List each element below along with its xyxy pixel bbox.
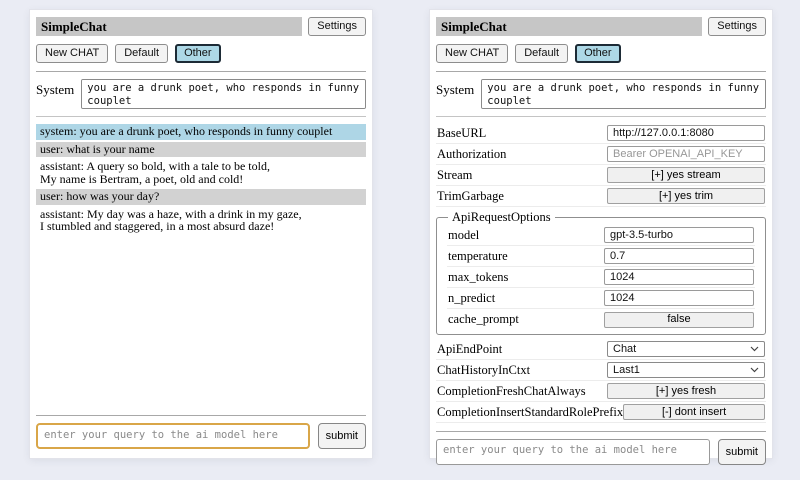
setting-row-cache-prompt: cache_prompt false (447, 309, 755, 330)
titlebar: SimpleChat Settings (36, 17, 366, 36)
submit-button[interactable]: submit (318, 423, 366, 449)
spacer (36, 237, 366, 408)
chevron-down-icon (750, 367, 759, 373)
settings-panel: SimpleChat Settings New CHAT Default Oth… (430, 10, 772, 458)
system-prompt-textarea[interactable]: you are a drunk poet, who responds in fu… (481, 79, 766, 109)
chat-log: system: you are a drunk poet, who respon… (36, 124, 366, 237)
system-prompt-textarea[interactable]: you are a drunk poet, who responds in fu… (81, 79, 366, 109)
divider (36, 71, 366, 72)
divider (36, 415, 366, 416)
completioninsertstandardroleprefix-label: CompletionInsertStandardRolePrefix (437, 405, 623, 420)
chevron-down-icon (750, 346, 759, 352)
query-textarea[interactable] (436, 439, 710, 465)
temperature-label: temperature (448, 249, 508, 264)
authorization-input[interactable] (607, 146, 765, 162)
trimgarbage-toggle-button[interactable]: [+] yes trim (607, 188, 765, 204)
chat-message-assistant: assistant: A query so bold, with a tale … (36, 159, 366, 187)
submit-button[interactable]: submit (718, 439, 766, 465)
session-tabs: New CHAT Default Other (36, 44, 366, 63)
tab-default[interactable]: Default (115, 44, 168, 63)
chat-panel: SimpleChat Settings New CHAT Default Oth… (30, 10, 372, 458)
cache-prompt-toggle-button[interactable]: false (604, 312, 754, 328)
cache-prompt-label: cache_prompt (448, 312, 519, 327)
chathistoryinctxt-label: ChatHistoryInCtxt (437, 363, 530, 378)
chathistoryinctxt-selected-value: Last1 (613, 364, 640, 376)
n-predict-label: n_predict (448, 291, 495, 306)
chat-message-user: user: how was your day? (36, 189, 366, 205)
setting-row-chathistoryinctxt: ChatHistoryInCtxt Last1 (436, 360, 766, 381)
setting-row-completioninsertstandardroleprefix: CompletionInsertStandardRolePrefix [-] d… (436, 402, 766, 423)
setting-row-baseurl: BaseURL (436, 123, 766, 144)
setting-row-model: model (447, 225, 755, 246)
divider (436, 71, 766, 72)
system-label: System (36, 79, 74, 109)
completionfreshchatalways-toggle-button[interactable]: [+] yes fresh (607, 383, 765, 399)
setting-row-n-predict: n_predict (447, 288, 755, 309)
setting-row-authorization: Authorization (436, 144, 766, 165)
setting-row-apiendpoint: ApiEndPoint Chat (436, 339, 766, 360)
system-label: System (436, 79, 474, 109)
setting-row-stream: Stream [+] yes stream (436, 165, 766, 186)
stream-toggle-button[interactable]: [+] yes stream (607, 167, 765, 183)
chat-message-user: user: what is your name (36, 142, 366, 158)
query-row: submit (36, 423, 366, 449)
setting-row-temperature: temperature (447, 246, 755, 267)
baseurl-input[interactable] (607, 125, 765, 141)
tab-new-chat[interactable]: New CHAT (36, 44, 108, 63)
chat-message-assistant: assistant: My day was a haze, with a dri… (36, 207, 366, 235)
setting-row-max-tokens: max_tokens (447, 267, 755, 288)
model-input[interactable] (604, 227, 754, 243)
divider (436, 431, 766, 432)
settings-button[interactable]: Settings (308, 17, 366, 36)
chat-message-system: system: you are a drunk poet, who respon… (36, 124, 366, 140)
max-tokens-input[interactable] (604, 269, 754, 285)
tab-other[interactable]: Other (175, 44, 221, 63)
trimgarbage-label: TrimGarbage (437, 189, 504, 204)
completionfreshchatalways-label: CompletionFreshChatAlways (437, 384, 586, 399)
setting-row-trimgarbage: TrimGarbage [+] yes trim (436, 186, 766, 207)
app-title: SimpleChat (436, 17, 702, 36)
divider (36, 116, 366, 117)
apiendpoint-selected-value: Chat (613, 343, 636, 355)
settings-button[interactable]: Settings (708, 17, 766, 36)
api-request-options-group: ApiRequestOptions model temperature max_… (436, 210, 766, 335)
api-request-options-legend: ApiRequestOptions (448, 210, 555, 225)
n-predict-input[interactable] (604, 290, 754, 306)
authorization-label: Authorization (437, 147, 506, 162)
divider (436, 116, 766, 117)
query-row: submit (436, 439, 766, 465)
system-prompt-row: System you are a drunk poet, who respond… (436, 79, 766, 109)
completioninsertstandardroleprefix-toggle-button[interactable]: [-] dont insert (623, 404, 765, 420)
model-label: model (448, 228, 479, 243)
max-tokens-label: max_tokens (448, 270, 508, 285)
titlebar: SimpleChat Settings (436, 17, 766, 36)
query-textarea[interactable] (36, 423, 310, 449)
chathistoryinctxt-select[interactable]: Last1 (607, 362, 765, 378)
app-title: SimpleChat (36, 17, 302, 36)
session-tabs: New CHAT Default Other (436, 44, 766, 63)
stream-label: Stream (437, 168, 472, 183)
tab-default[interactable]: Default (515, 44, 568, 63)
apiendpoint-label: ApiEndPoint (437, 342, 502, 357)
apiendpoint-select[interactable]: Chat (607, 341, 765, 357)
temperature-input[interactable] (604, 248, 754, 264)
system-prompt-row: System you are a drunk poet, who respond… (36, 79, 366, 109)
tab-other[interactable]: Other (575, 44, 621, 63)
setting-row-completionfreshchatalways: CompletionFreshChatAlways [+] yes fresh (436, 381, 766, 402)
tab-new-chat[interactable]: New CHAT (436, 44, 508, 63)
baseurl-label: BaseURL (437, 126, 486, 141)
